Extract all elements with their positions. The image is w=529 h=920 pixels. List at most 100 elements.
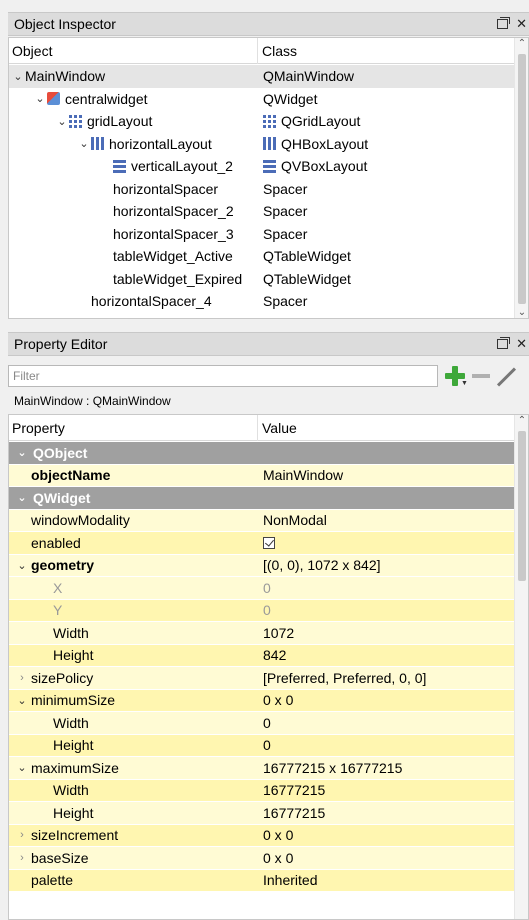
property-row[interactable]: ⌄ maximumSize 16777215 x 16777215 <box>9 757 514 780</box>
tree-item[interactable]: horizontalSpacer_4 Spacer <box>9 290 514 313</box>
scroll-up-icon[interactable]: ⌃ <box>515 38 528 49</box>
property-value[interactable]: 16777215 <box>263 782 325 798</box>
float-icon[interactable] <box>497 337 511 349</box>
property-value[interactable]: 0 <box>263 737 271 753</box>
enabled-checkbox[interactable] <box>263 536 275 549</box>
property-row[interactable]: › sizeIncrement 0 x 0 <box>9 824 514 847</box>
scroll-down-icon[interactable]: ⌄ <box>515 307 528 318</box>
tree-item[interactable]: label_Drink QLabel <box>9 313 514 318</box>
tree-item-class: QMainWindow <box>263 68 355 85</box>
property-value[interactable]: 1072 <box>263 625 294 641</box>
property-group[interactable]: ⌄ QObject <box>9 442 514 465</box>
tree-item-name: label_Drink <box>91 316 161 318</box>
chevron-down-icon[interactable]: ⌄ <box>15 491 29 504</box>
property-value[interactable]: 16777215 x 16777215 <box>263 760 402 776</box>
property-row[interactable]: palette Inherited <box>9 869 514 892</box>
filter-input[interactable] <box>8 365 438 387</box>
property-row[interactable]: ⌄ geometry [(0, 0), 1072 x 842] <box>9 554 514 577</box>
property-group[interactable]: ⌄ QWidget <box>9 487 514 510</box>
filter-toolbar: ▼ <box>8 362 529 390</box>
chevron-down-icon[interactable]: ⌄ <box>15 694 29 707</box>
column-header-value[interactable]: Value <box>259 420 528 436</box>
scroll-thumb[interactable] <box>518 431 526 581</box>
property-group-name: QWidget <box>33 489 91 506</box>
column-header-class[interactable]: Class <box>259 43 528 59</box>
tree-item-class: Spacer <box>263 203 308 220</box>
property-value[interactable]: Inherited <box>263 872 317 888</box>
tree-item[interactable]: tableWidget_Expired QTableWidget <box>9 268 514 291</box>
tree-item[interactable]: horizontalSpacer Spacer <box>9 178 514 201</box>
chevron-down-icon[interactable]: ⌄ <box>15 446 29 459</box>
property-value[interactable]: 0 <box>263 602 271 618</box>
property-value[interactable]: [Preferred, Preferred, 0, 0] <box>263 670 426 686</box>
property-value[interactable]: 16777215 <box>263 805 325 821</box>
property-row[interactable]: objectName MainWindow <box>9 464 514 487</box>
chevron-down-icon[interactable]: ⌄ <box>15 761 29 774</box>
property-value[interactable]: 0 x 0 <box>263 692 293 708</box>
property-value[interactable]: 0 <box>263 715 271 731</box>
property-row[interactable]: Height 0 <box>9 734 514 757</box>
remove-property-icon[interactable] <box>472 374 490 378</box>
close-icon[interactable]: ✕ <box>516 336 527 352</box>
property-row[interactable]: › sizePolicy [Preferred, Preferred, 0, 0] <box>9 667 514 690</box>
property-name: Width <box>53 782 89 799</box>
scroll-thumb[interactable] <box>518 54 526 304</box>
property-row[interactable]: Y0 <box>9 599 514 622</box>
scroll-up-icon[interactable]: ⌃ <box>515 415 528 426</box>
chevron-down-icon[interactable]: ⌄ <box>77 137 91 150</box>
property-row[interactable]: Height 16777215 <box>9 802 514 825</box>
chevron-down-icon[interactable]: ⌄ <box>15 559 29 572</box>
tree-item[interactable]: ⌄ gridLayout QGridLayout <box>9 110 514 133</box>
property-value[interactable]: NonModal <box>263 512 327 528</box>
property-row[interactable]: Height 842 <box>9 644 514 667</box>
object-inspector-header: Object Class <box>9 38 528 64</box>
property-editor-table[interactable]: Property Value ⌄ QObject objectName MainWin… <box>8 414 529 920</box>
chevron-down-icon[interactable]: ⌄ <box>33 92 47 105</box>
column-header-object[interactable]: Object <box>9 43 259 59</box>
configure-icon[interactable] <box>496 365 518 387</box>
tree-item[interactable]: ⌄ centralwidget QWidget <box>9 88 514 111</box>
property-row[interactable]: X0 <box>9 577 514 600</box>
tree-item-class: QGridLayout <box>281 113 361 130</box>
property-value[interactable]: 0 <box>263 580 271 596</box>
close-icon[interactable]: ✕ <box>516 16 527 32</box>
tree-item[interactable]: horizontalSpacer_3 Spacer <box>9 223 514 246</box>
chevron-down-icon[interactable]: ⌄ <box>55 115 69 128</box>
property-value[interactable]: 0 x 0 <box>263 827 293 843</box>
property-row[interactable]: enabled <box>9 532 514 555</box>
property-name: geometry <box>31 557 95 574</box>
property-name: maximumSize <box>31 759 119 776</box>
property-value[interactable]: 0 x 0 <box>263 850 293 866</box>
tree-item-name: horizontalSpacer_2 <box>113 203 234 220</box>
float-icon[interactable] <box>497 17 511 29</box>
chevron-down-icon[interactable]: ⌄ <box>11 70 25 83</box>
tree-item-name: horizontalLayout <box>109 135 212 152</box>
object-inspector-tree[interactable]: Object Class ⌄ MainWindow QMainWindow ⌄ cent… <box>8 37 529 319</box>
property-editor-scrollbar[interactable]: ⌃ <box>514 415 528 919</box>
chevron-right-icon[interactable]: › <box>15 672 29 684</box>
tree-item[interactable]: ⌄ horizontalLayout QHBoxLayout <box>9 133 514 156</box>
property-group-name: QObject <box>33 444 88 461</box>
tree-item-class: QTableWidget <box>263 248 351 265</box>
column-header-property[interactable]: Property <box>9 420 259 436</box>
tree-item[interactable]: horizontalSpacer_2 Spacer <box>9 200 514 223</box>
property-row[interactable]: ⌄ minimumSize 0 x 0 <box>9 689 514 712</box>
object-inspector-scrollbar[interactable]: ⌃ ⌄ <box>514 38 528 318</box>
tree-item[interactable]: verticalLayout_2 QVBoxLayout <box>9 155 514 178</box>
property-value[interactable]: 842 <box>263 647 286 663</box>
tree-item-name: verticalLayout_2 <box>131 158 233 175</box>
property-value[interactable]: MainWindow <box>263 467 343 483</box>
add-property-icon[interactable]: ▼ <box>444 365 468 387</box>
property-row[interactable]: Width 16777215 <box>9 779 514 802</box>
property-row[interactable]: Width 0 <box>9 712 514 735</box>
tree-item[interactable]: tableWidget_Active QTableWidget <box>9 245 514 268</box>
chevron-right-icon[interactable]: › <box>15 829 29 841</box>
property-row[interactable]: Width 1072 <box>9 622 514 645</box>
chevron-right-icon[interactable]: › <box>15 852 29 864</box>
property-row[interactable]: › baseSize 0 x 0 <box>9 847 514 870</box>
property-row[interactable]: windowModality NonModal <box>9 509 514 532</box>
tree-item[interactable]: ⌄ MainWindow QMainWindow <box>9 65 514 88</box>
property-value[interactable]: [(0, 0), 1072 x 842] <box>263 557 381 573</box>
property-name: Height <box>53 737 94 754</box>
grid-layout-icon <box>69 114 82 128</box>
